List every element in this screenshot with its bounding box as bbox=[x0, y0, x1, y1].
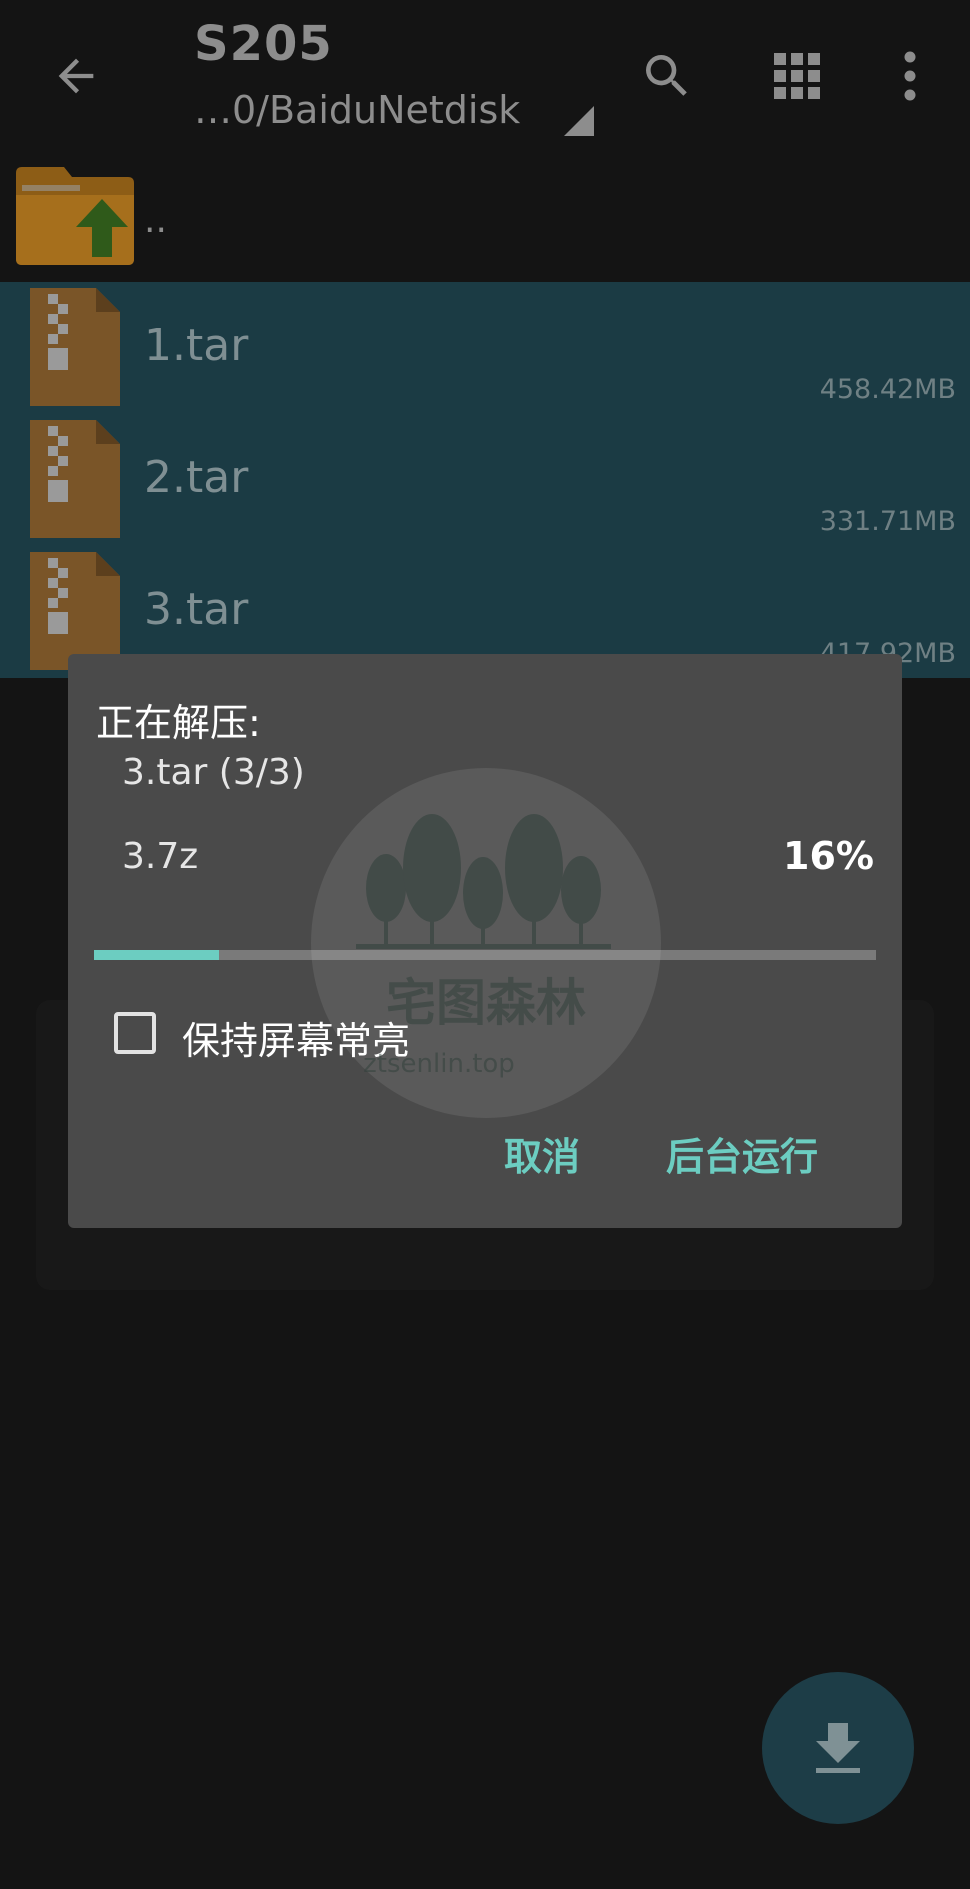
search-icon bbox=[646, 55, 687, 96]
grid-view-button[interactable] bbox=[757, 36, 837, 116]
arrow-left-icon bbox=[58, 58, 94, 94]
run-in-background-button[interactable]: 后台运行 bbox=[666, 1126, 818, 1181]
search-button[interactable] bbox=[627, 36, 707, 116]
more-options-button[interactable] bbox=[870, 36, 950, 116]
grid-view-icon bbox=[774, 53, 820, 99]
keep-screen-on-checkbox[interactable] bbox=[114, 1012, 156, 1054]
zip-file-icon bbox=[30, 552, 120, 670]
archive-progress-label: 3.tar (3/3) bbox=[122, 752, 305, 793]
progress-percent: 16% bbox=[783, 834, 874, 878]
file-manager-screen: S205 …0/BaiduNetdisk .. 1.tar 458.42MB 2… bbox=[0, 0, 970, 1889]
top-app-bar: S205 …0/BaiduNetdisk bbox=[0, 0, 970, 150]
page-title: S205 bbox=[194, 16, 333, 72]
file-name: 1.tar bbox=[144, 320, 249, 371]
watermark-url: ztsenlin.top bbox=[363, 1049, 515, 1079]
extract-fab-button[interactable] bbox=[762, 1672, 914, 1824]
progress-bar-fill bbox=[94, 950, 220, 960]
download-icon bbox=[816, 1723, 860, 1773]
back-button[interactable] bbox=[36, 36, 116, 116]
zip-file-icon bbox=[30, 420, 120, 538]
current-path[interactable]: …0/BaiduNetdisk bbox=[194, 88, 520, 132]
file-row[interactable]: 2.tar 331.71MB bbox=[0, 414, 970, 546]
watermark-logo: 宅图森林 ztsenlin.top bbox=[311, 768, 661, 1118]
file-size: 458.42MB bbox=[819, 374, 956, 405]
cancel-button[interactable]: 取消 bbox=[504, 1126, 580, 1181]
more-vert-icon bbox=[904, 51, 916, 101]
dropdown-triangle-icon[interactable] bbox=[564, 106, 594, 136]
file-row[interactable]: 1.tar 458.42MB bbox=[0, 282, 970, 414]
file-name: 2.tar bbox=[144, 452, 249, 503]
dialog-title: 正在解压: bbox=[96, 701, 261, 745]
parent-folder-label: .. bbox=[144, 200, 167, 241]
file-size: 331.71MB bbox=[819, 506, 956, 537]
folder-up-icon bbox=[16, 167, 134, 265]
zip-file-icon bbox=[30, 288, 120, 406]
file-name: 3.tar bbox=[144, 584, 249, 635]
current-entry-label: 3.7z bbox=[122, 836, 199, 877]
watermark-brand: 宅图森林 bbox=[386, 974, 586, 1032]
